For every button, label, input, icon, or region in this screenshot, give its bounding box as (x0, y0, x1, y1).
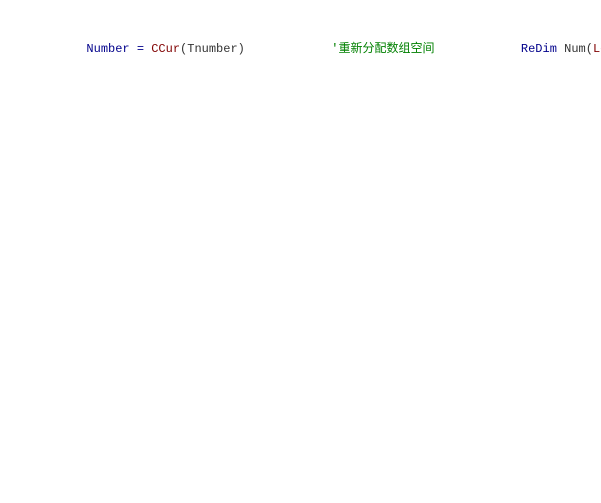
code-token: ReDim (521, 42, 564, 56)
code-line: Number = CCur(Tnumber) (0, 42, 245, 56)
code-line: ReDim Num(Len(Tnumber) - 1) As String (434, 42, 601, 56)
code-token: Len (593, 42, 601, 56)
code-token: Num( (564, 42, 593, 56)
code-token: (Tnumber) (180, 42, 245, 56)
code-line: '重新分配数组空间 (245, 42, 435, 56)
code-token: Number = (86, 42, 151, 56)
code-token: '重新分配数组空间 (331, 42, 434, 56)
vb-code-block: Number = CCur(Tnumber) '重新分配数组空间 ReDim N… (0, 42, 601, 56)
code-token: CCur (151, 42, 180, 56)
